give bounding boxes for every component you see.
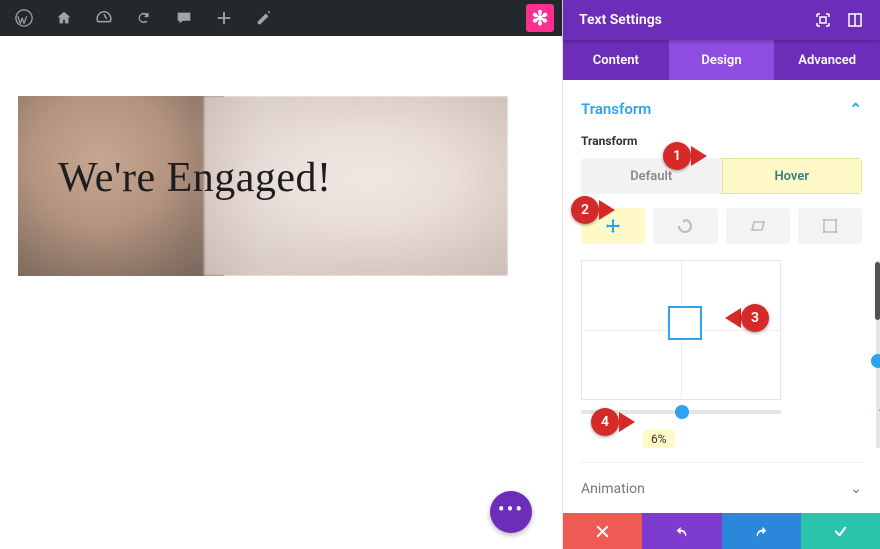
panel-footer — [563, 513, 880, 549]
origin-tool[interactable] — [798, 208, 862, 244]
section-animation[interactable]: Animation ⌄ — [581, 462, 862, 503]
preview-area: ✻ We're Engaged! ••• — [0, 0, 562, 549]
home-icon[interactable] — [44, 0, 84, 36]
comment-icon[interactable] — [164, 0, 204, 36]
horizontal-slider[interactable]: ⟲ — [581, 410, 862, 414]
horizontal-slider-thumb[interactable] — [675, 405, 689, 419]
dashboard-icon[interactable] — [84, 0, 124, 36]
panel-title: Text Settings — [579, 12, 662, 28]
snap-icon[interactable] — [814, 11, 832, 29]
scrollbar[interactable] — [875, 262, 880, 320]
divi-icon-glyph: ✻ — [532, 6, 549, 30]
section-transform-label: Transform — [581, 100, 651, 118]
tab-design[interactable]: Design — [669, 40, 775, 80]
canvas[interactable]: We're Engaged! ••• — [0, 36, 562, 549]
panel-tabs: Content Design Advanced — [563, 40, 880, 80]
toggle-default[interactable]: Default — [581, 158, 722, 194]
tab-advanced[interactable]: Advanced — [774, 40, 880, 80]
refresh-icon[interactable] — [124, 0, 164, 36]
wordpress-icon[interactable] — [4, 0, 44, 36]
save-button[interactable] — [801, 513, 880, 549]
section-transform[interactable]: Transform ⌃ — [581, 96, 862, 130]
redo-button[interactable] — [722, 513, 801, 549]
panel-header: Text Settings — [563, 0, 880, 40]
tab-content[interactable]: Content — [563, 40, 669, 80]
section-animation-label: Animation — [581, 481, 645, 497]
translate-handle[interactable] — [668, 306, 702, 340]
admin-topbar: ✻ — [0, 0, 562, 36]
state-toggle: Default Hover — [581, 158, 862, 194]
cancel-button[interactable] — [563, 513, 642, 549]
add-icon[interactable] — [204, 0, 244, 36]
hero-text: We're Engaged! — [58, 154, 332, 202]
horizontal-value[interactable]: 6% — [643, 430, 675, 448]
toggle-hover[interactable]: Hover — [722, 158, 863, 194]
translate-tool[interactable] — [581, 208, 645, 244]
fab-dots: ••• — [498, 497, 524, 521]
edit-icon[interactable] — [244, 0, 284, 36]
translate-grid-wrap: 6% ⟲ 6% — [581, 260, 862, 448]
expand-icon[interactable] — [846, 11, 864, 29]
chevron-down-icon: ⌄ — [850, 481, 862, 497]
builder-fab[interactable]: ••• — [490, 491, 532, 533]
hero-module[interactable]: We're Engaged! — [18, 96, 508, 276]
skew-tool[interactable] — [726, 208, 790, 244]
undo-button[interactable] — [642, 513, 721, 549]
divi-icon[interactable]: ✻ — [526, 4, 554, 32]
panel-body: Transform ⌃ Transform Default Hover — [563, 80, 880, 513]
settings-panel: Text Settings Content Design Advanced Tr… — [562, 0, 880, 549]
rotate-tool[interactable] — [653, 208, 717, 244]
transform-tools — [581, 208, 862, 244]
vertical-slider-thumb[interactable] — [871, 354, 880, 368]
translate-grid[interactable] — [581, 260, 781, 400]
chevron-up-icon: ⌃ — [849, 100, 862, 118]
subhead-transform: Transform — [581, 134, 862, 148]
